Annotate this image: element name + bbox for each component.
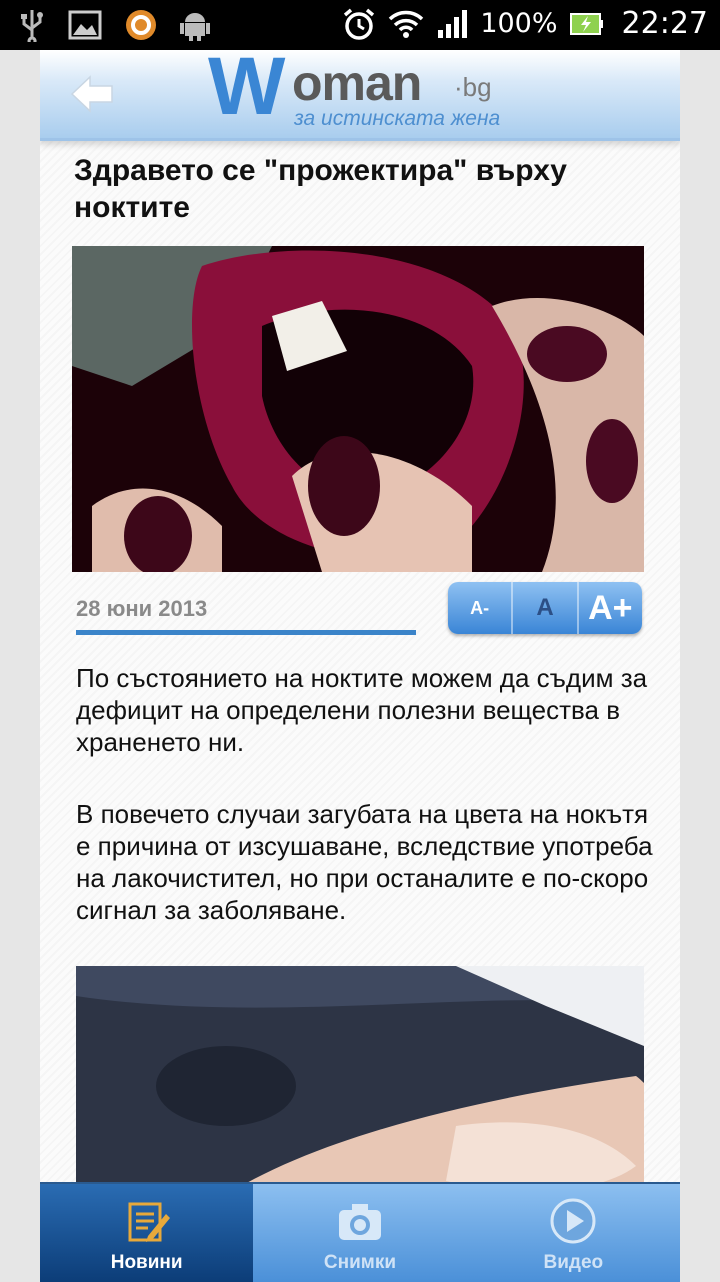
signal-icon [438, 9, 468, 38]
font-decrease-button[interactable]: A- [448, 582, 511, 634]
article-meta: 28 юни 2013 [76, 596, 207, 622]
tab-label: Снимки [323, 1252, 397, 1273]
wifi-icon [389, 10, 424, 38]
date-underline [76, 630, 416, 635]
article-paragraph: В повечето случаи загубата на цвета на н… [76, 799, 653, 925]
clock: 22:27 [621, 6, 708, 41]
logo-text: oman [292, 55, 422, 111]
article-title: Здравето се "прожектира" върху ноктите [74, 154, 567, 224]
battery-icon [569, 12, 603, 35]
tab-label: Видео [543, 1252, 604, 1273]
system-icons: 100% 22:27 [342, 6, 708, 41]
article-hero-image [72, 246, 644, 572]
tab-news[interactable]: Новини [40, 1184, 254, 1282]
tab-label: Новини [110, 1252, 183, 1273]
font-increase-button[interactable]: A+ [576, 582, 642, 634]
article-page: W oman ·bg за истинската жена Здравето с… [40, 50, 680, 1280]
logo-tld: ·bg [454, 72, 492, 102]
tab-photos[interactable]: Снимки [253, 1184, 466, 1282]
tab-video[interactable]: Видео [467, 1184, 680, 1282]
usb-icon [21, 10, 43, 42]
site-logo[interactable]: W oman ·bg за истинската жена [208, 50, 528, 136]
font-normal-button[interactable]: A [511, 582, 576, 634]
battery-percent: 100% [480, 8, 558, 39]
font-size-controls: A- A A+ [448, 582, 642, 634]
news-icon [128, 1202, 170, 1242]
article-paragraph: По състоянието на ноктите можем да съдим… [76, 663, 648, 757]
image-icon [68, 10, 102, 40]
logo-w: W [208, 50, 285, 132]
bottom-tab-bar: Новини Снимки Видео [40, 1182, 680, 1282]
status-bar: 100% 22:27 [0, 0, 720, 50]
logo-tagline: за истинската жена [294, 107, 501, 130]
article-date: 28 юни 2013 [76, 596, 208, 621]
app-header: W oman ·bg за истинската жена [40, 50, 680, 141]
back-arrow-icon[interactable] [70, 74, 114, 114]
notification-icons [18, 8, 210, 42]
app-icon [126, 10, 156, 40]
alarm-icon [344, 8, 375, 40]
play-icon [550, 1198, 596, 1244]
camera-icon [338, 1204, 381, 1240]
android-icon [180, 13, 210, 41]
